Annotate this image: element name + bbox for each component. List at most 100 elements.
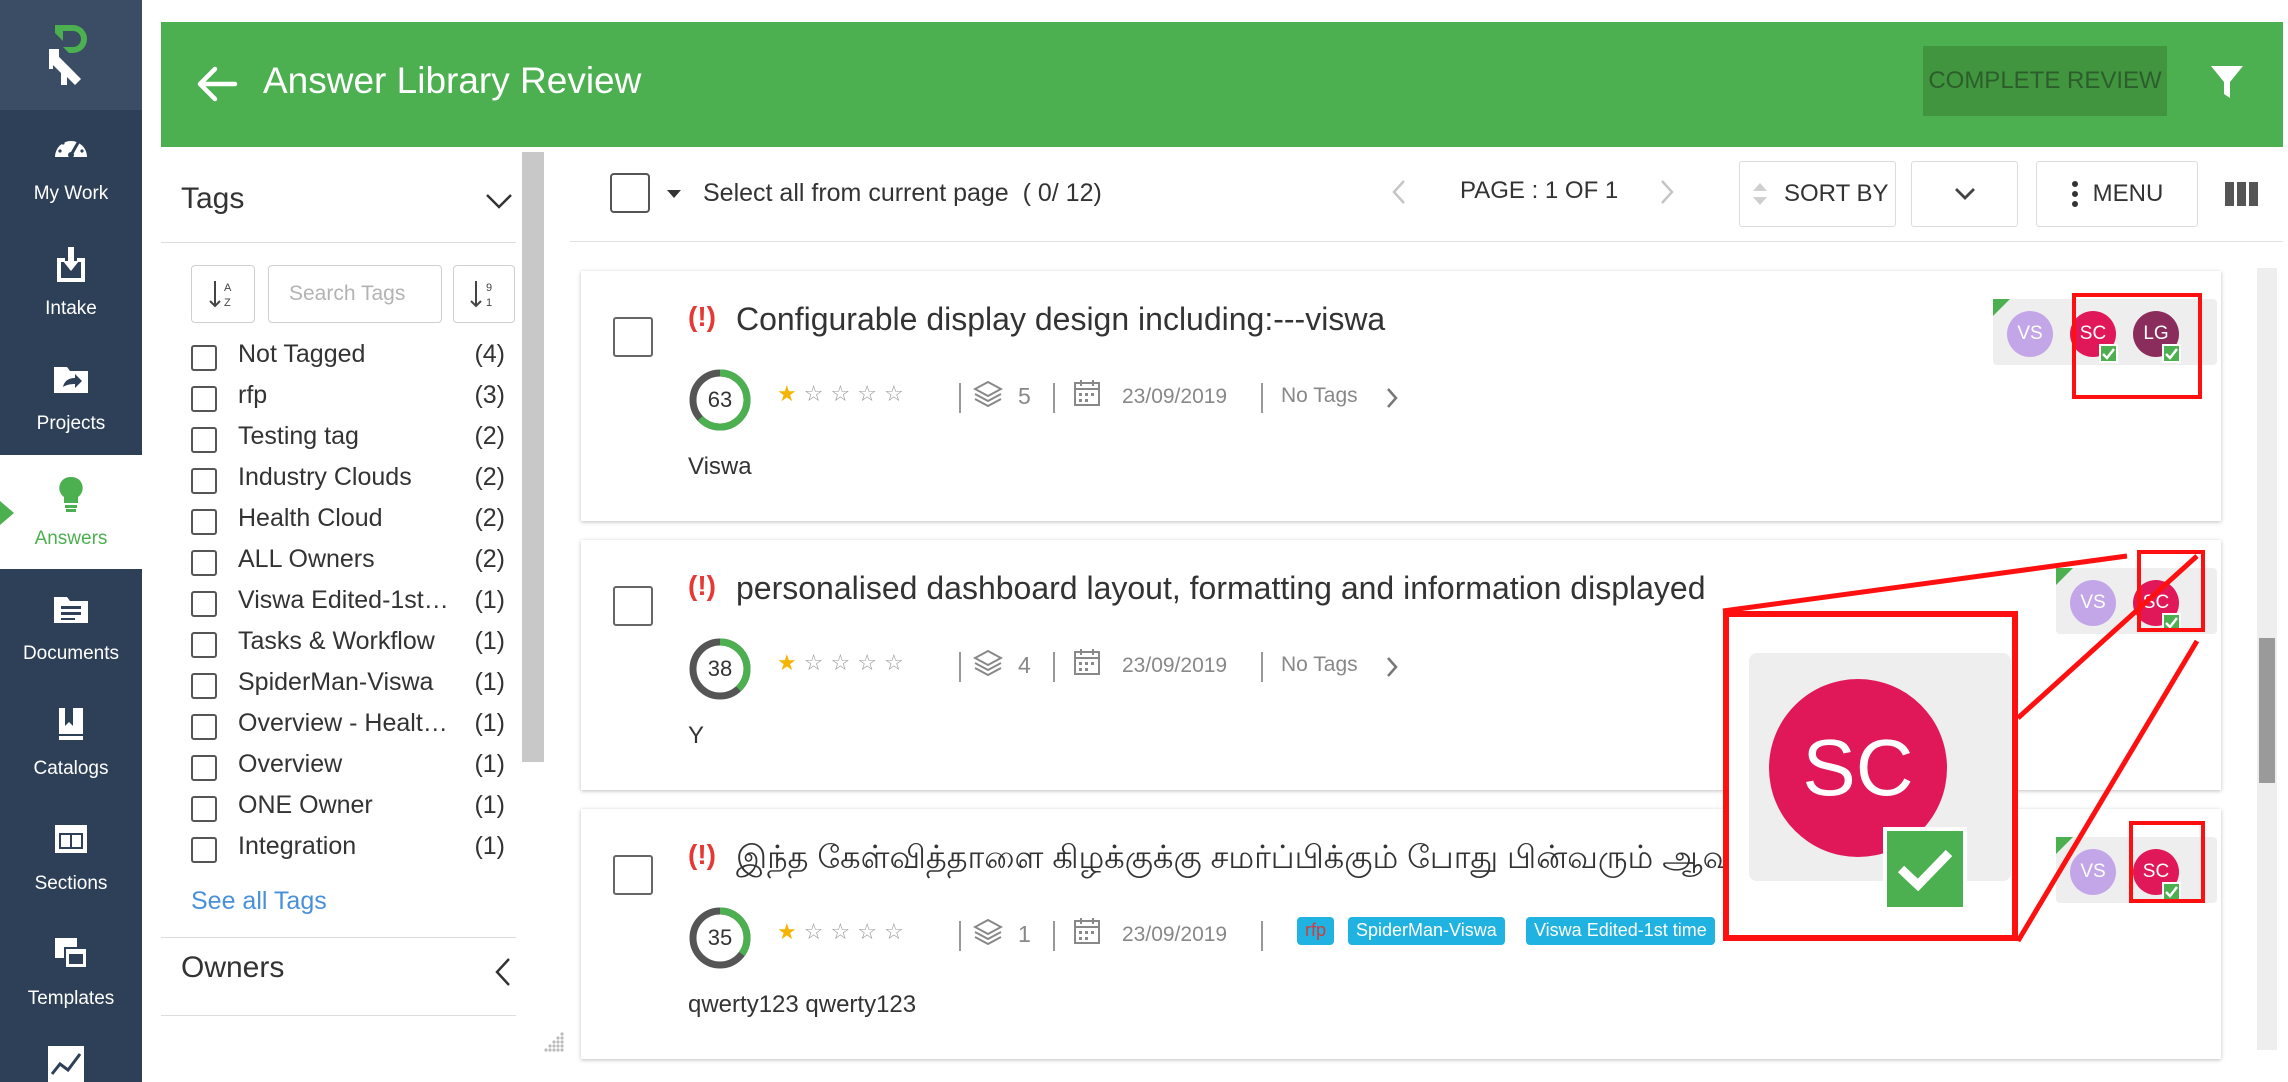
sort-count-button[interactable]: 9 1	[453, 265, 515, 323]
star-icon[interactable]: ☆	[830, 381, 857, 406]
star-icon[interactable]: ★	[777, 650, 804, 675]
tag-filter-row[interactable]: Not Tagged (4)	[191, 339, 505, 375]
tag-chip[interactable]: rfp	[1297, 917, 1335, 945]
question-title[interactable]: personalised dashboard layout, formattin…	[736, 570, 1705, 607]
answer-checkbox[interactable]	[613, 855, 653, 895]
speedometer-icon	[51, 129, 91, 169]
star-icon[interactable]: ☆	[884, 919, 911, 944]
window-icon	[51, 819, 91, 859]
tags-scrollbar[interactable]	[522, 152, 544, 762]
tag-filter-row[interactable]: ALL Owners (2)	[191, 544, 505, 580]
star-icon[interactable]: ☆	[857, 650, 884, 675]
nav-item-answers[interactable]: Answers	[0, 455, 142, 569]
tag-filter-row[interactable]: ONE Owner (1)	[191, 790, 505, 826]
star-icon[interactable]: ☆	[884, 381, 911, 406]
menu-button[interactable]: MENU	[2036, 161, 2198, 227]
answer-checkbox[interactable]	[613, 317, 653, 357]
see-all-tags-link[interactable]: See all Tags	[191, 887, 327, 916]
tag-checkbox[interactable]	[191, 345, 217, 371]
scrollbar-thumb[interactable]	[2259, 638, 2275, 783]
tag-filter-row[interactable]: rfp (3)	[191, 380, 505, 416]
no-tags-label[interactable]: No Tags	[1281, 384, 1358, 408]
tag-filter-row[interactable]: Industry Clouds (2)	[191, 462, 505, 498]
star-icon[interactable]: ☆	[884, 650, 911, 675]
chevron-right-icon[interactable]	[1385, 655, 1399, 679]
star-rating[interactable]: ★☆☆☆☆	[777, 919, 911, 945]
tag-checkbox[interactable]	[191, 386, 217, 412]
tag-checkbox[interactable]	[191, 837, 217, 863]
question-title[interactable]: இந்த கேள்வித்தாளை கிழக்குக்கு சமர்ப்பிக்…	[736, 839, 1774, 880]
app-logo[interactable]	[0, 0, 142, 110]
no-tags-label[interactable]: No Tags	[1281, 653, 1358, 677]
tag-filter-row[interactable]: Integration (1)	[191, 831, 505, 867]
tag-checkbox[interactable]	[191, 796, 217, 822]
list-scrollbar[interactable]	[2257, 268, 2277, 1050]
star-icon[interactable]: ★	[777, 381, 804, 406]
tag-filter-row[interactable]: Testing tag (2)	[191, 421, 505, 457]
chevron-right-icon[interactable]	[1385, 386, 1399, 410]
tag-filter-row[interactable]: SpiderMan-Viswa (1)	[191, 667, 505, 703]
tag-name: SpiderMan-Viswa	[238, 668, 434, 696]
owner-avatar[interactable]: VS	[2070, 849, 2116, 895]
columns-view-icon[interactable]	[2224, 179, 2260, 209]
nav-item-templates[interactable]: Templates	[0, 915, 142, 1029]
tag-checkbox[interactable]	[191, 509, 217, 535]
tag-checkbox[interactable]	[191, 673, 217, 699]
chart-icon[interactable]	[46, 1044, 90, 1082]
divider	[959, 921, 961, 951]
nav-item-projects[interactable]: Projects	[0, 340, 142, 454]
sort-alpha-button[interactable]: A Z	[191, 265, 255, 323]
chevron-left-icon[interactable]	[494, 957, 512, 987]
owner-avatar[interactable]: VS	[2070, 580, 2116, 626]
tag-filter-row[interactable]: Overview (1)	[191, 749, 505, 785]
nav-item-documents[interactable]: Documents	[0, 570, 142, 684]
tag-chip[interactable]: SpiderMan-Viswa	[1348, 917, 1505, 945]
star-icon[interactable]: ☆	[857, 381, 884, 406]
tag-filter-row[interactable]: Tasks & Workflow (1)	[191, 626, 505, 662]
tag-checkbox[interactable]	[191, 591, 217, 617]
answer-card[interactable]: (!) Configurable display design including…	[581, 271, 2221, 521]
chevron-right-icon[interactable]	[1658, 177, 1676, 207]
star-icon[interactable]: ☆	[830, 919, 857, 944]
chevron-down-icon[interactable]	[485, 192, 513, 210]
tag-checkbox[interactable]	[191, 755, 217, 781]
nav-item-label: Answers	[34, 528, 108, 549]
nav-item-catalogs[interactable]: Catalogs	[0, 685, 142, 799]
tag-checkbox[interactable]	[191, 468, 217, 494]
answer-checkbox[interactable]	[613, 586, 653, 626]
tag-filter-row[interactable]: Health Cloud (2)	[191, 503, 505, 539]
chevron-left-icon[interactable]	[1390, 177, 1408, 207]
nav-item-sections[interactable]: Sections	[0, 800, 142, 914]
tag-checkbox[interactable]	[191, 632, 217, 658]
caret-down-icon[interactable]	[666, 189, 682, 199]
tag-filter-row[interactable]: Viswa Edited-1st time (1)	[191, 585, 505, 621]
star-rating[interactable]: ★☆☆☆☆	[777, 381, 911, 407]
complete-review-button[interactable]: COMPLETE REVIEW	[1923, 46, 2167, 116]
owner-avatar[interactable]: VS	[2007, 311, 2053, 357]
resize-grip-icon[interactable]	[542, 1030, 566, 1054]
select-all-checkbox[interactable]	[610, 173, 650, 213]
score-ring: 38	[687, 636, 753, 702]
status-corner	[1993, 299, 2010, 316]
tag-chip[interactable]: Viswa Edited-1st time	[1526, 917, 1715, 945]
tag-checkbox[interactable]	[191, 714, 217, 740]
tag-name: Overview	[238, 750, 343, 778]
nav-item-my-work[interactable]: My Work	[0, 110, 142, 224]
tag-filter-row[interactable]: Overview - Health Cloud (1)	[191, 708, 505, 744]
sort-by-button[interactable]: SORT BY	[1739, 161, 1896, 227]
filter-icon[interactable]	[2209, 62, 2245, 102]
star-icon[interactable]: ☆	[830, 650, 857, 675]
nav-item-intake[interactable]: Intake	[0, 225, 142, 339]
star-icon[interactable]: ☆	[857, 919, 884, 944]
star-rating[interactable]: ★☆☆☆☆	[777, 650, 911, 676]
star-icon[interactable]: ★	[777, 919, 804, 944]
sort-direction-dropdown[interactable]	[1911, 161, 2018, 227]
star-icon[interactable]: ☆	[804, 650, 831, 675]
star-icon[interactable]: ☆	[804, 919, 831, 944]
back-arrow-icon[interactable]	[195, 64, 239, 104]
question-title[interactable]: Configurable display design including:--…	[736, 301, 1385, 338]
tag-checkbox[interactable]	[191, 427, 217, 453]
tag-checkbox[interactable]	[191, 550, 217, 576]
star-icon[interactable]: ☆	[804, 381, 831, 406]
search-tags-input[interactable]	[268, 265, 442, 323]
